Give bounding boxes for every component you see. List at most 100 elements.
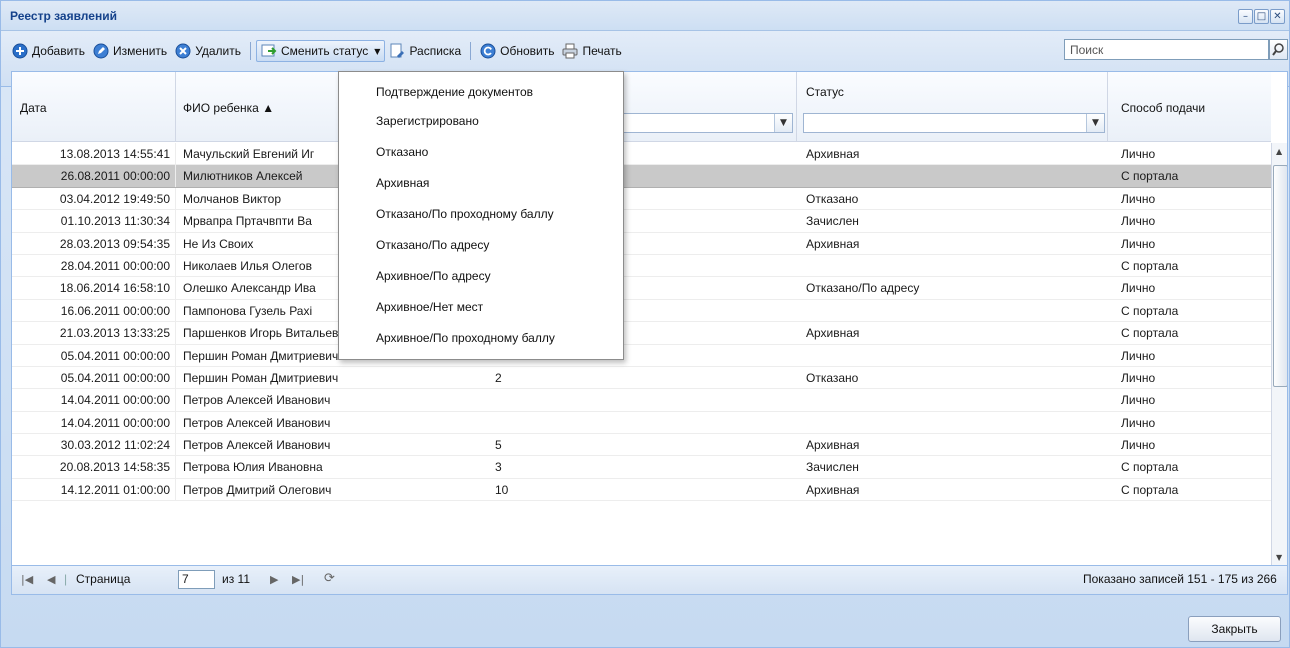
pagination-bar: |◀ ◀ | Страница 7 из 11 ▶ ▶| ⟳ Показано … <box>11 566 1288 595</box>
cell-status: Архивная <box>806 482 860 497</box>
search-input[interactable]: Поиск <box>1064 39 1269 60</box>
title-bar: Реестр заявлений – □ ✕ <box>1 1 1289 31</box>
menu-item-status[interactable]: Архивная <box>339 168 623 199</box>
cell-way: С портала <box>1121 326 1179 341</box>
cell-date: 03.04.2012 19:49:50 <box>12 187 176 210</box>
cell-date: 21.03.2013 13:33:25 <box>12 322 176 345</box>
cell-way: Лично <box>1121 214 1156 229</box>
menu-item-status[interactable]: Отказано/По адресу <box>339 230 623 261</box>
first-page-icon[interactable]: |◀ <box>21 573 33 586</box>
chevron-down-icon: ▼ <box>374 46 381 56</box>
grid-rows: 13.08.2013 14:55:41 Мачульский Евгений И… <box>12 143 1271 502</box>
cell-fio: Петров Алексей Иванович <box>183 415 331 430</box>
cell-fio: Першин Роман Дмитриевич <box>183 370 339 385</box>
cell-date: 14.04.2011 00:00:00 <box>12 411 176 434</box>
table-row[interactable]: 21.03.2013 13:33:25 Паршенков Игорь Вита… <box>12 322 1271 345</box>
records-summary: Показано записей 151 - 175 из 266 <box>1083 572 1277 586</box>
last-page-icon[interactable]: ▶| <box>292 573 304 586</box>
cell-fio: Петров Алексей Иванович <box>183 393 331 408</box>
cell-status <box>797 412 1108 434</box>
menu-item-status[interactable]: Отказано <box>339 137 623 168</box>
scroll-down-icon[interactable]: ▼ <box>1276 553 1282 562</box>
cell-fio: Петров Дмитрий Олегович <box>183 482 332 497</box>
table-row[interactable]: 01.10.2013 11:30:34 Мрвапра Пртачвпти Ва… <box>12 210 1271 233</box>
applications-grid: Дата ФИО ребенка ▲ ▼ Статус ▼ Способ под… <box>11 71 1288 566</box>
pager-separator: | <box>64 572 68 586</box>
cell-way: С портала <box>1121 482 1179 497</box>
table-row[interactable]: 05.04.2011 00:00:00 Першин Роман Дмитрие… <box>12 366 1271 390</box>
vertical-scrollbar[interactable]: ▲ ▼ <box>1271 143 1287 565</box>
table-row[interactable]: 14.12.2011 01:00:00 Петров Дмитрий Олего… <box>12 478 1271 502</box>
registry-window: Реестр заявлений – □ ✕ Добавить Изменить <box>0 0 1290 648</box>
prev-page-icon[interactable]: ◀ <box>47 573 55 586</box>
refresh-icon[interactable]: ⟳ <box>324 571 335 586</box>
cell-way: С портала <box>1121 258 1179 273</box>
menu-item-status[interactable]: Архивное/По адресу <box>339 261 623 292</box>
toolbar-separator <box>250 42 252 60</box>
cell-date: 18.06.2014 16:58:10 <box>12 277 176 300</box>
cell-date: 05.04.2011 00:00:00 <box>12 366 176 389</box>
print-button[interactable]: Печать <box>558 40 625 62</box>
window-title: Реестр заявлений <box>10 9 117 23</box>
page-number-input[interactable]: 7 <box>178 570 215 589</box>
menu-item-status[interactable]: Отказано/По проходному баллу <box>339 199 623 230</box>
cell-date: 20.08.2013 14:58:35 <box>12 456 176 479</box>
chevron-down-icon: ▼ <box>1086 114 1104 132</box>
add-button[interactable]: Добавить <box>8 40 89 62</box>
table-row[interactable]: 28.04.2011 00:00:00 Николаев Илья Олегов… <box>12 254 1271 278</box>
cell-status: Архивная <box>806 147 860 161</box>
column-date[interactable]: Дата <box>12 72 176 142</box>
menu-item-status[interactable]: Подтверждение документов <box>339 78 623 106</box>
search-button[interactable] <box>1269 39 1288 60</box>
minimize-icon[interactable]: – <box>1238 9 1253 24</box>
cell-status <box>797 389 1108 411</box>
menu-item-status[interactable]: Архивное/Нет мест <box>339 292 623 323</box>
close-button[interactable]: Закрыть <box>1188 616 1281 642</box>
pencil-icon <box>93 43 109 59</box>
scroll-up-icon[interactable]: ▲ <box>1276 147 1282 156</box>
table-row[interactable]: 20.08.2013 14:58:35 Петрова Юлия Ивановн… <box>12 456 1271 479</box>
receipt-button[interactable]: Расписка <box>385 40 465 62</box>
refresh-icon <box>480 43 496 59</box>
table-row-selected[interactable]: 26.08.2011 00:00:00 Милютников Алексей С… <box>12 165 1271 188</box>
edit-button[interactable]: Изменить <box>89 40 171 62</box>
menu-item-status[interactable]: Архивное/По проходному баллу <box>339 323 623 354</box>
cell-way: Лично <box>1121 236 1156 251</box>
cell-date: 26.08.2011 00:00:00 <box>12 165 176 188</box>
table-row[interactable]: 30.03.2012 11:02:24 Петров Алексей Ивано… <box>12 434 1271 457</box>
cell-date: 28.04.2011 00:00:00 <box>12 254 176 277</box>
menu-item-status[interactable]: Зарегистрировано <box>339 106 623 137</box>
scrollbar-thumb[interactable] <box>1273 165 1287 387</box>
cell-status: Зачислен <box>806 214 859 229</box>
table-row[interactable]: 05.04.2011 00:00:00 Першин Роман Дмитрие… <box>12 344 1271 367</box>
column-way[interactable]: Способ подачи <box>1108 72 1271 142</box>
refresh-button[interactable]: Обновить <box>476 40 558 62</box>
cell-way: Лично <box>1121 370 1156 385</box>
delete-button[interactable]: Удалить <box>171 40 245 62</box>
status-filter-combo[interactable]: ▼ <box>803 113 1105 133</box>
table-row[interactable]: 13.08.2013 14:55:41 Мачульский Евгений И… <box>12 143 1271 166</box>
cell-date: 14.04.2011 00:00:00 <box>12 389 176 412</box>
table-row[interactable]: 03.04.2012 19:49:50 Молчанов Виктор Отка… <box>12 187 1271 211</box>
close-icon[interactable]: ✕ <box>1270 9 1285 24</box>
cell-status: Отказано/По адресу <box>806 281 920 296</box>
maximize-icon[interactable]: □ <box>1254 9 1269 24</box>
column-status[interactable]: Статус ▼ <box>797 72 1108 142</box>
toolbar-separator <box>470 42 472 60</box>
cell-date: 28.03.2013 09:54:35 <box>12 232 176 255</box>
table-row[interactable]: 14.04.2011 00:00:00 Петров Алексей Ивано… <box>12 411 1271 435</box>
cell-status: Отказано <box>806 370 859 385</box>
cell-status: Архивная <box>806 438 860 453</box>
next-page-icon[interactable]: ▶ <box>270 573 278 586</box>
table-row[interactable]: 18.06.2014 16:58:10 Олешко Александр Ива… <box>12 277 1271 300</box>
search-icon <box>1272 43 1284 56</box>
grid-header: Дата ФИО ребенка ▲ ▼ Статус ▼ Способ под… <box>12 72 1271 142</box>
cell-date: 01.10.2013 11:30:34 <box>12 210 176 233</box>
table-row[interactable]: 28.03.2013 09:54:35 Не Из Своих Архивная… <box>12 232 1271 255</box>
table-row[interactable]: 16.06.2011 00:00:00 Пампонова Гузель Рах… <box>12 299 1271 323</box>
cell-number <box>487 412 797 434</box>
change-status-button[interactable]: Сменить статус ▼ <box>256 40 386 62</box>
table-row[interactable]: 14.04.2011 00:00:00 Петров Алексей Ивано… <box>12 389 1271 412</box>
chevron-down-icon: ▼ <box>774 114 792 132</box>
cell-way: Лично <box>1121 281 1156 296</box>
